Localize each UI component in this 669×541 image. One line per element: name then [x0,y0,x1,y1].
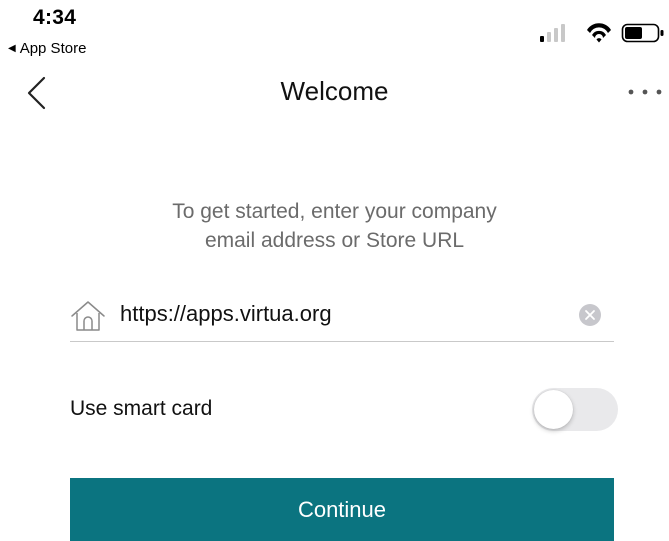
battery-icon [621,23,664,43]
intro-line-1: To get started, enter your company [172,200,497,223]
status-time: 4:34 [33,6,77,29]
cellular-signal-icon [540,24,565,42]
home-icon [71,301,105,331]
intro-line-2: email address or Store URL [204,229,465,252]
smart-card-label: Use smart card [70,397,213,420]
toggle-knob [534,390,573,429]
page-title: Welcome [280,76,389,106]
back-to-app-store-link[interactable]: ◀ App Store [8,40,86,57]
store-url-input[interactable] [120,296,550,332]
continue-button[interactable]: Continue [70,478,614,541]
welcome-screen: 4:34 ◀ App Store Welcome To get started,… [0,0,669,541]
wifi-icon [587,23,611,43]
more-horizontal-icon[interactable] [621,82,669,102]
store-url-field[interactable] [70,288,614,342]
back-to-app-store-label: App Store [19,40,87,57]
back-triangle-icon: ◀ [8,42,16,54]
intro-text: To get started, enter your company email… [0,197,669,255]
status-icons [540,23,664,43]
clear-circle-icon[interactable] [578,303,602,327]
smart-card-toggle[interactable] [532,388,618,431]
